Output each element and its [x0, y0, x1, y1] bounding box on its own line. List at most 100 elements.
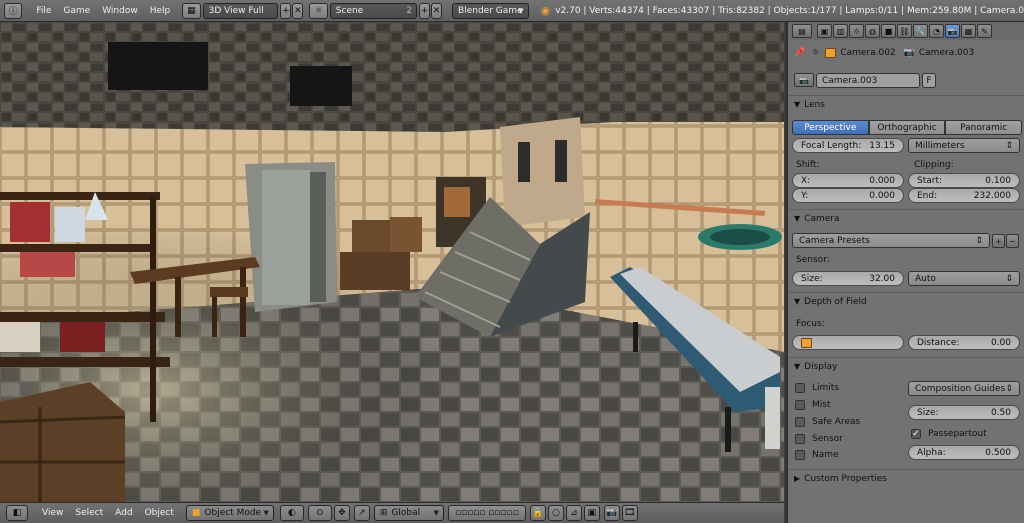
pin-icon[interactable]: 📌	[794, 48, 805, 58]
interaction-mode-dropdown[interactable]: ■ Object Mode ▼	[185, 505, 274, 521]
delete-screen-icon[interactable]: ✕	[292, 2, 304, 19]
viewport-render	[0, 22, 784, 502]
editor-type-info-icon[interactable]: ⓘ	[4, 2, 23, 19]
camera-data-tab-icon[interactable]: 📷	[945, 24, 960, 38]
menu-help[interactable]: Help	[144, 6, 177, 16]
shift-label: Shift:	[796, 160, 820, 170]
screen-layout-field[interactable]: 3D View Full	[202, 2, 279, 19]
menu-window[interactable]: Window	[96, 6, 144, 16]
scene-icon[interactable]: ☼	[309, 2, 328, 19]
chevron-down-icon: ▼	[433, 509, 439, 517]
orientation-icon: ⊞	[379, 508, 388, 518]
shift-x-field[interactable]: X: 0.000	[792, 173, 904, 188]
name-checkbox[interactable]: Name	[795, 450, 839, 460]
render-layers-tab-icon[interactable]: ▥	[833, 24, 848, 38]
delete-scene-icon[interactable]: ✕	[431, 2, 443, 19]
camera-panel-header[interactable]: ▼ Camera	[788, 209, 1024, 227]
editor-type-properties-icon[interactable]: ▤	[792, 24, 812, 38]
limits-checkbox[interactable]: Limits	[795, 383, 839, 393]
datablock-name-field[interactable]: Camera.003	[816, 73, 920, 88]
properties-editor: ▤ ▣ ▥ ☼ ◍ ■ ⛓ 🔧 ◔ 📷 ▦ ✎ 📌 ☼ Camera.002 📷…	[786, 22, 1024, 523]
translate-manipulator-icon[interactable]: ↗	[353, 505, 370, 521]
chevron-updown-icon: ⇕	[1005, 273, 1013, 284]
checkmark-icon: ✓	[911, 429, 921, 439]
pivot-point-icon[interactable]: ⊙	[307, 505, 332, 521]
lock-layers-icon[interactable]: 🔒	[529, 505, 546, 521]
dof-distance-field[interactable]: Distance: 0.00	[908, 335, 1020, 350]
lens-panel-header[interactable]: ▼ Lens	[788, 95, 1024, 113]
menu-view[interactable]: View	[36, 508, 69, 518]
add-preset-icon[interactable]: +	[992, 234, 1005, 248]
composition-guides-dropdown[interactable]: Composition Guides ⇕	[908, 381, 1020, 396]
safe-areas-checkbox[interactable]: Safe Areas	[795, 417, 860, 427]
interaction-mode-label: Object Mode	[204, 508, 262, 518]
lens-type-perspective[interactable]: Perspective	[792, 120, 869, 135]
display-size-field[interactable]: Size: 0.50	[908, 405, 1020, 420]
mist-checkbox[interactable]: Mist	[795, 400, 830, 410]
chevron-updown-icon: ⇕	[1005, 140, 1013, 151]
lens-unit-dropdown[interactable]: Millimeters ⇕	[908, 138, 1020, 153]
sensor-size-field[interactable]: Size: 32.00	[792, 271, 904, 286]
screen-layout-icon[interactable]: ▦	[182, 2, 201, 19]
physics-tab-icon[interactable]: ◔	[929, 24, 944, 38]
snap-element-icon[interactable]: ▣	[583, 505, 600, 521]
menu-file[interactable]: File	[30, 6, 57, 16]
remove-preset-icon[interactable]: −	[1006, 234, 1019, 248]
focus-object-field[interactable]	[792, 335, 904, 350]
snap-icon[interactable]: ⊿	[565, 505, 582, 521]
render-animation-icon[interactable]: 🎞	[621, 505, 638, 521]
object-tab-icon[interactable]: ■	[881, 24, 896, 38]
world-tab-icon[interactable]: ◍	[865, 24, 880, 38]
passepartout-checkbox[interactable]: ✓ Passepartout	[911, 429, 987, 439]
texture-tab-icon[interactable]: ▦	[961, 24, 976, 38]
object-icon	[801, 337, 812, 348]
modifiers-tab-icon[interactable]: 🔧	[913, 24, 928, 38]
editor-type-3d-view-icon[interactable]: ◧	[6, 505, 28, 521]
chevron-updown-icon: ⇕	[1005, 383, 1013, 394]
lens-type-selector[interactable]: Perspective Orthographic Panoramic	[792, 120, 1023, 135]
chevron-down-icon: ▼	[263, 509, 269, 517]
manipulator-icon[interactable]: ✥	[333, 505, 350, 521]
breadcrumb-item: 📷 Camera.003	[903, 48, 975, 58]
scripts-tab-icon[interactable]: ✎	[977, 24, 992, 38]
camera-object-icon	[825, 48, 837, 58]
viewport-shading-icon[interactable]: ◐	[279, 505, 304, 521]
menu-object[interactable]: Object	[139, 508, 180, 518]
chevron-down-icon: ▼	[518, 6, 524, 15]
scene-tab-icon[interactable]: ☼	[849, 24, 864, 38]
camera-presets-dropdown[interactable]: Camera Presets ⇕	[792, 233, 990, 248]
render-tab-icon[interactable]: ▣	[817, 24, 832, 38]
proportional-edit-icon[interactable]: ○	[547, 505, 564, 521]
render-engine-dropdown[interactable]: Blender Game ▼	[452, 2, 529, 19]
breadcrumb: 📌 ☼ Camera.002 📷 Camera.003	[788, 40, 1024, 66]
datablock-browse-icon[interactable]: 📷	[794, 73, 814, 87]
constraints-tab-icon[interactable]: ⛓	[897, 24, 912, 38]
passepartout-alpha-field[interactable]: Alpha: 0.500	[908, 445, 1020, 460]
menu-add[interactable]: Add	[109, 508, 138, 518]
dof-panel-header[interactable]: ▼ Depth of Field	[788, 292, 1024, 310]
custom-properties-panel-header[interactable]: ▶ Custom Properties	[788, 469, 1024, 487]
sensor-fit-dropdown[interactable]: Auto ⇕	[908, 271, 1020, 286]
panel-expanded-icon: ▼	[794, 297, 801, 306]
layer-buttons[interactable]: ▫▫▫▫▫ ▫▫▫▫▫	[447, 505, 526, 521]
sensor-checkbox[interactable]: Sensor	[795, 434, 843, 444]
lens-type-orthographic[interactable]: Orthographic	[868, 120, 946, 135]
shift-y-field[interactable]: Y: 0.000	[792, 188, 904, 203]
scene-field[interactable]: Scene 2	[329, 2, 418, 19]
lens-type-panoramic[interactable]: Panoramic	[945, 120, 1023, 135]
3d-viewport[interactable]	[0, 22, 784, 502]
clip-start-field[interactable]: Start: 0.100	[908, 173, 1020, 188]
properties-tabs: ▤ ▣ ▥ ☼ ◍ ■ ⛓ 🔧 ◔ 📷 ▦ ✎	[788, 22, 1024, 40]
transform-orientation-dropdown[interactable]: ⊞ Global ▼	[373, 505, 444, 521]
fake-user-button[interactable]: F	[922, 73, 936, 88]
add-scene-icon[interactable]: +	[419, 2, 431, 19]
menu-game[interactable]: Game	[57, 6, 96, 16]
add-screen-icon[interactable]: +	[280, 2, 292, 19]
render-opengl-icon[interactable]: 📷	[603, 505, 620, 521]
focal-length-field[interactable]: Focal Length: 13.15	[792, 138, 904, 153]
panel-expanded-icon: ▼	[794, 214, 801, 223]
display-panel-header[interactable]: ▼ Display	[788, 357, 1024, 375]
3d-view-header: ◧ View Select Add Object ■ Object Mode ▼…	[0, 502, 784, 523]
clip-end-field[interactable]: End: 232.000	[908, 188, 1020, 203]
menu-select[interactable]: Select	[69, 508, 109, 518]
